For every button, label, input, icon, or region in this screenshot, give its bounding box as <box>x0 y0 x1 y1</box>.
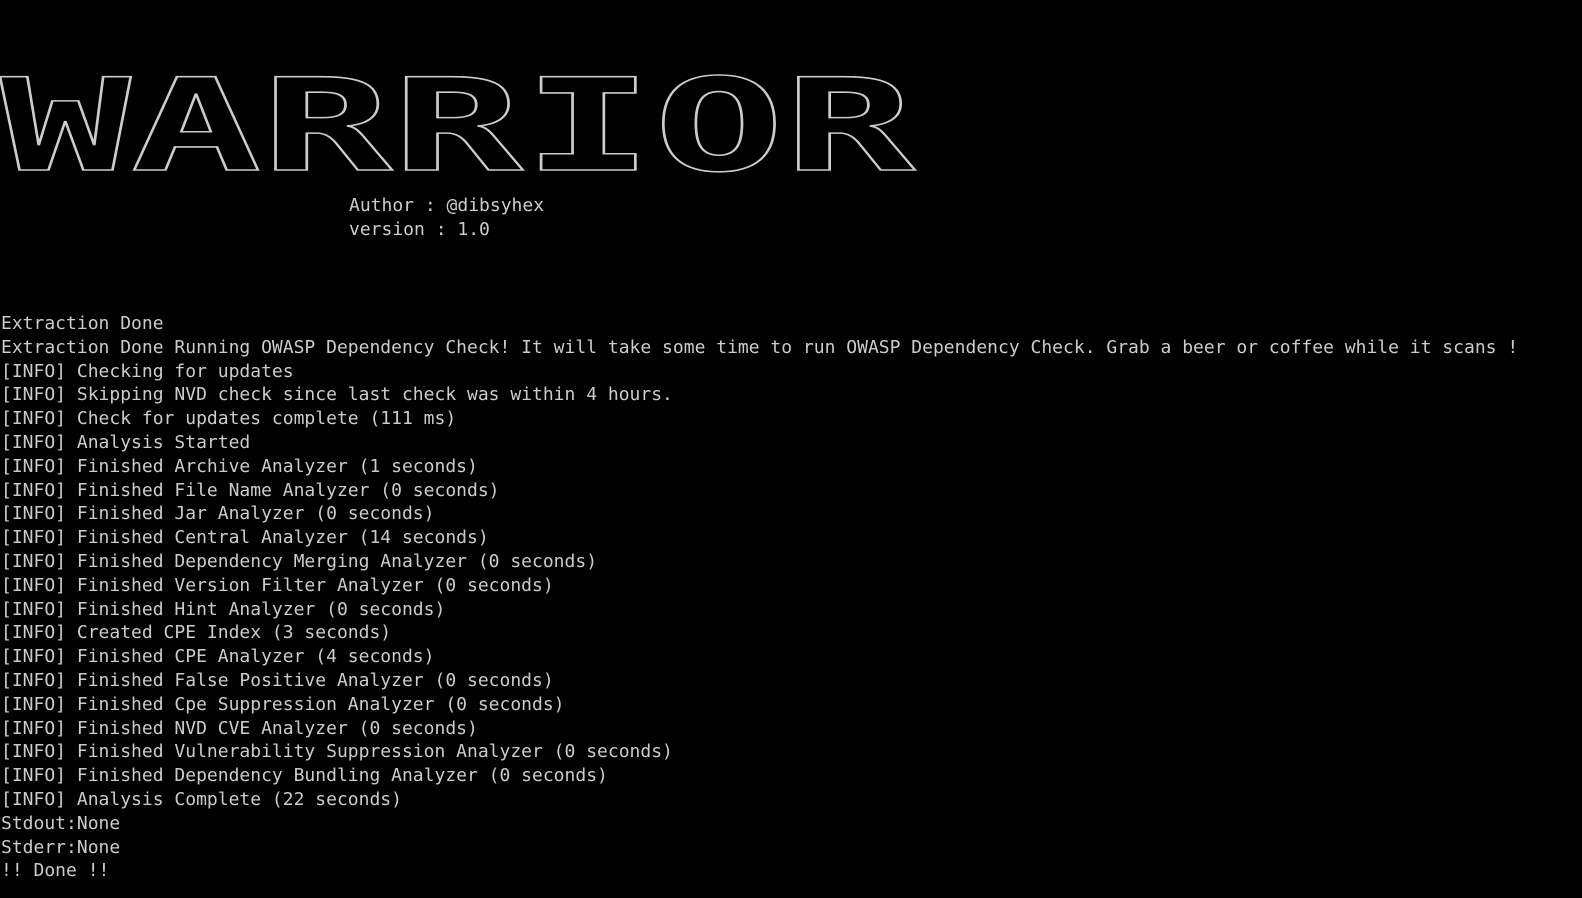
log-line: [INFO] Analysis Started <box>1 431 251 453</box>
version-line: version : 1.0 <box>349 219 490 240</box>
banner-ascii-line: \ /\ / / _____ \ | |\ \----.| |\ \----.|… <box>0 131 910 155</box>
log-line: [INFO] Finished NVD CVE Analyzer (0 seco… <box>1 717 478 739</box>
log-line: [INFO] Finished Central Analyzer (14 sec… <box>1 527 489 549</box>
log-line: [INFO] Finished File Name Analyzer (0 se… <box>1 479 500 501</box>
banner-ascii-line: \ / / /_\ \ | / | / | | | | | | | / <box>0 107 910 131</box>
terminal-window[interactable]: WARRIOR ____ __ ____ ___ .______ .______… <box>0 0 1582 898</box>
log-line: Extraction Done <box>1 313 164 334</box>
log-line: [INFO] Finished False Positive Analyzer … <box>1 669 554 691</box>
log-line: !! Done !! <box>1 860 110 882</box>
log-line: Stdout:None <box>1 812 121 834</box>
log-line: [INFO] Finished Version Filter Analyzer … <box>1 574 554 596</box>
banner-ascii-line: \ \ / \ / / / \ | _ \ | _ \ | | / __ \ |… <box>0 60 910 84</box>
log-line: [INFO] Finished Dependency Bundling Anal… <box>1 765 608 787</box>
log-output: Extraction Done Extraction Done Running O… <box>1 312 1518 883</box>
log-line: [INFO] Created CPE Index (3 seconds) <box>1 622 392 644</box>
ascii-banner: WARRIOR ____ __ ____ ___ .______ .______… <box>0 36 960 176</box>
log-line: [INFO] Finished Archive Analyzer (1 seco… <box>1 455 478 477</box>
program-info: Author : @dibsyhex version : 1.0 <box>349 194 544 242</box>
log-line: [INFO] Check for updates complete (111 m… <box>1 408 457 430</box>
log-line: [INFO] Finished Vulnerability Suppressio… <box>1 741 673 763</box>
log-line: [INFO] Finished Dependency Merging Analy… <box>1 550 598 572</box>
log-line: [INFO] Skipping NVD check since last che… <box>1 384 673 406</box>
log-line: [INFO] Finished Jar Analyzer (0 seconds) <box>1 503 435 525</box>
banner-ascii-text: ____ __ ____ ___ .______ .______ __ ____… <box>0 36 910 179</box>
log-line: Extraction Done Running OWASP Dependency… <box>1 336 1519 358</box>
log-line: [INFO] Finished CPE Analyzer (4 seconds) <box>1 646 435 668</box>
log-line: [INFO] Finished Cpe Suppression Analyzer… <box>1 693 565 715</box>
log-line: [INFO] Checking for updates <box>1 360 294 382</box>
log-line: Stderr:None <box>1 836 121 858</box>
log-line: [INFO] Analysis Complete (22 seconds) <box>1 788 402 810</box>
banner-ascii-line: \__/ \__/ /__/ \__\ | _| `._____|| _| `.… <box>0 155 910 179</box>
author-line: Author : @dibsyhex <box>349 195 545 216</box>
banner-ascii-line: \ \/ \/ / / ^ \ | |_) | | |_) | | | | | … <box>0 84 910 108</box>
banner-ascii-line: ____ __ ____ ___ .______ .______ __ ____… <box>0 36 910 60</box>
log-line: [INFO] Finished Hint Analyzer (0 seconds… <box>1 598 446 620</box>
